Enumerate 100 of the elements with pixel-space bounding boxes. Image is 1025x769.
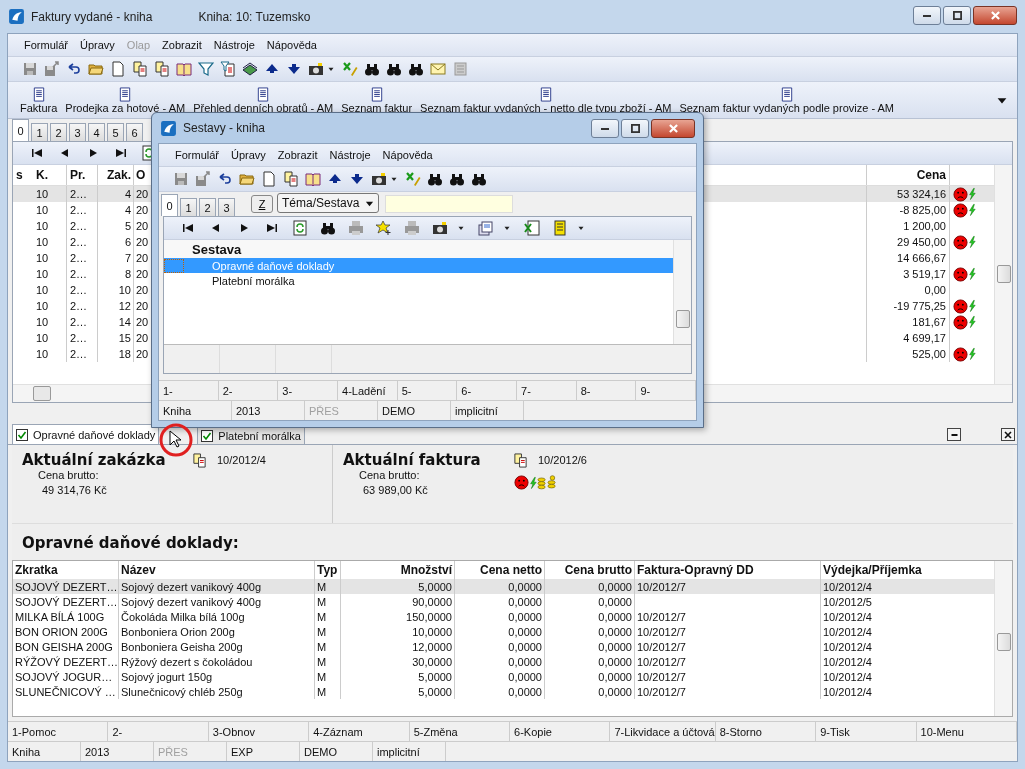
list-icon[interactable]: [552, 220, 568, 236]
column-header[interactable]: Zak.: [98, 165, 134, 185]
tab[interactable]: 6: [126, 123, 143, 141]
menu-item[interactable]: Nástroje: [329, 149, 371, 161]
table-row[interactable]: SOJOVÝ DEZERT… Sojový dezert vanikový 400g M 5,0000 0,0000 0,0000 10/2012/7 10/2012/4: [13, 579, 994, 594]
camera-icon[interactable]: [308, 61, 324, 77]
function-key[interactable]: 6-: [457, 381, 518, 400]
menu-item[interactable]: Úpravy: [231, 149, 266, 161]
binoculars-icon[interactable]: [427, 171, 443, 187]
tab[interactable]: 1: [31, 123, 48, 141]
function-key[interactable]: 9-Tisk: [816, 722, 917, 741]
documents-icon[interactable]: [478, 220, 494, 236]
function-key[interactable]: 4-Ladění: [338, 381, 398, 400]
table-row[interactable]: RÝŽOVÝ DEZERT… Rýžový dezert s čokoládou M 30,0000 0,0000 0,0000 10/2012/7 10/2012/4: [13, 654, 994, 669]
function-key[interactable]: 4-Záznam: [309, 722, 410, 741]
document-number[interactable]: 10/2012/4: [217, 454, 266, 466]
copy-icon[interactable]: [513, 452, 528, 468]
camera-icon[interactable]: [371, 171, 387, 187]
spreadsheet-icon[interactable]: [524, 220, 540, 236]
filter-page-icon[interactable]: [220, 61, 236, 77]
function-key[interactable]: 3-Obnov: [208, 722, 310, 741]
menu-item[interactable]: Nápověda: [266, 39, 317, 51]
tab[interactable]: 1: [180, 198, 197, 216]
minimize-button[interactable]: [913, 6, 941, 25]
filter-icon[interactable]: [198, 61, 214, 77]
close-button[interactable]: [973, 6, 1017, 25]
book-icon[interactable]: [176, 61, 192, 77]
envelope-icon[interactable]: [430, 61, 446, 77]
tab[interactable]: 3: [218, 198, 235, 216]
tab[interactable]: 5: [107, 123, 124, 141]
edit-icon[interactable]: [405, 171, 421, 187]
menu-item[interactable]: Formulář: [175, 149, 219, 161]
theme-dropdown[interactable]: Téma/Sestava: [277, 193, 380, 213]
menu-item[interactable]: Zobrazit: [162, 39, 202, 51]
binoculars-icon[interactable]: [471, 171, 487, 187]
column-header[interactable]: Sestava: [192, 241, 242, 257]
menu-item[interactable]: Nástroje: [213, 39, 255, 51]
function-key[interactable]: 7-: [517, 381, 577, 400]
scrollbar[interactable]: [673, 240, 691, 344]
edit-icon[interactable]: [342, 61, 358, 77]
tab[interactable]: 2: [50, 123, 67, 141]
tab[interactable]: 4: [88, 123, 105, 141]
book-icon[interactable]: [305, 171, 321, 187]
star-icon[interactable]: [376, 220, 392, 236]
minimize-button[interactable]: [947, 428, 961, 441]
function-key[interactable]: 5-: [397, 381, 458, 400]
function-key[interactable]: 1-: [159, 381, 219, 400]
column-header[interactable]: Pr.: [67, 165, 98, 185]
refresh-icon[interactable]: [292, 220, 308, 236]
function-key[interactable]: 8-Storno: [715, 722, 817, 741]
copy-icon[interactable]: [283, 171, 299, 187]
binoculars-icon[interactable]: [449, 171, 465, 187]
folder-icon[interactable]: [239, 171, 255, 187]
save-as-icon[interactable]: [195, 171, 211, 187]
save-icon[interactable]: [22, 61, 38, 77]
save-as-icon[interactable]: [44, 61, 60, 77]
function-key[interactable]: 1-Pomoc: [8, 722, 109, 741]
binoculars-icon[interactable]: [408, 61, 424, 77]
scrollbar[interactable]: [994, 561, 1012, 716]
tab[interactable]: 2: [199, 198, 216, 216]
table-row[interactable]: SLUNEČNICOVÝ … Slunečnicový chléb 250g M 5,0000 0,0000 0,0000 10/2012/7 10/2012/4: [13, 684, 994, 699]
function-key[interactable]: 2-: [218, 381, 279, 400]
binoculars-icon[interactable]: [320, 220, 336, 236]
copy-icon[interactable]: [132, 61, 148, 77]
menu-item[interactable]: Formulář: [24, 39, 68, 51]
z-button[interactable]: Z: [251, 195, 273, 213]
close-button[interactable]: [651, 119, 695, 138]
tab[interactable]: 0: [161, 194, 178, 216]
table-row[interactable]: SOJOVÝ JOGUR… Sojový jogurt 150g M 5,0000 0,0000 0,0000 10/2012/7 10/2012/4: [13, 669, 994, 684]
save-icon[interactable]: [173, 171, 189, 187]
tab[interactable]: 3: [69, 123, 86, 141]
maximize-button[interactable]: [621, 119, 649, 138]
maximize-button[interactable]: [943, 6, 971, 25]
input-field[interactable]: [385, 195, 514, 213]
column-header[interactable]: O: [134, 165, 150, 185]
table-row[interactable]: BON ORION 200G Bonboniera Orion 200g M 10,0000 0,0000 0,0000 10/2012/7 10/2012/4: [13, 624, 994, 639]
copy-icon[interactable]: [192, 452, 207, 468]
function-key[interactable]: 7-Likvidace a účtová: [610, 722, 716, 741]
checkbox[interactable]: [16, 428, 28, 441]
table-row[interactable]: MILKA BÍLÁ 100G Čokoláda Milka bílá 100g M 150,0000 0,0000 0,0000 10/2012/7 10/2012/4: [13, 609, 994, 624]
undo-icon[interactable]: [66, 61, 82, 77]
column-header[interactable]: Výdejka/Příjemka: [821, 561, 994, 579]
binoculars-icon[interactable]: [364, 61, 380, 77]
menu-item[interactable]: Úpravy: [80, 39, 115, 51]
folder-icon[interactable]: [88, 61, 104, 77]
column-header[interactable]: Cena: [866, 165, 950, 185]
table-row[interactable]: SOJOVÝ DEZERT… Sojový dezert vanikový 400g M 90,0000 0,0000 0,0000 10/2012/5: [13, 594, 994, 609]
page-icon[interactable]: [110, 61, 126, 77]
close-button[interactable]: [1001, 428, 1015, 441]
report-button[interactable]: Faktura: [20, 86, 58, 114]
table-row[interactable]: BON GEISHA 200G Bonboniera Geisha 200g M 12,0000 0,0000 0,0000 10/2012/7 10/2012/4: [13, 639, 994, 654]
tab[interactable]: 0: [12, 119, 29, 141]
undo-icon[interactable]: [217, 171, 233, 187]
banknotes-icon[interactable]: [242, 61, 258, 77]
binoculars-icon[interactable]: [386, 61, 402, 77]
scrollbar[interactable]: [994, 165, 1012, 384]
function-key[interactable]: 10-Menu: [916, 722, 1017, 741]
function-key[interactable]: 5-Změna: [409, 722, 511, 741]
function-key[interactable]: 3-: [278, 381, 338, 400]
minimize-button[interactable]: [591, 119, 619, 138]
